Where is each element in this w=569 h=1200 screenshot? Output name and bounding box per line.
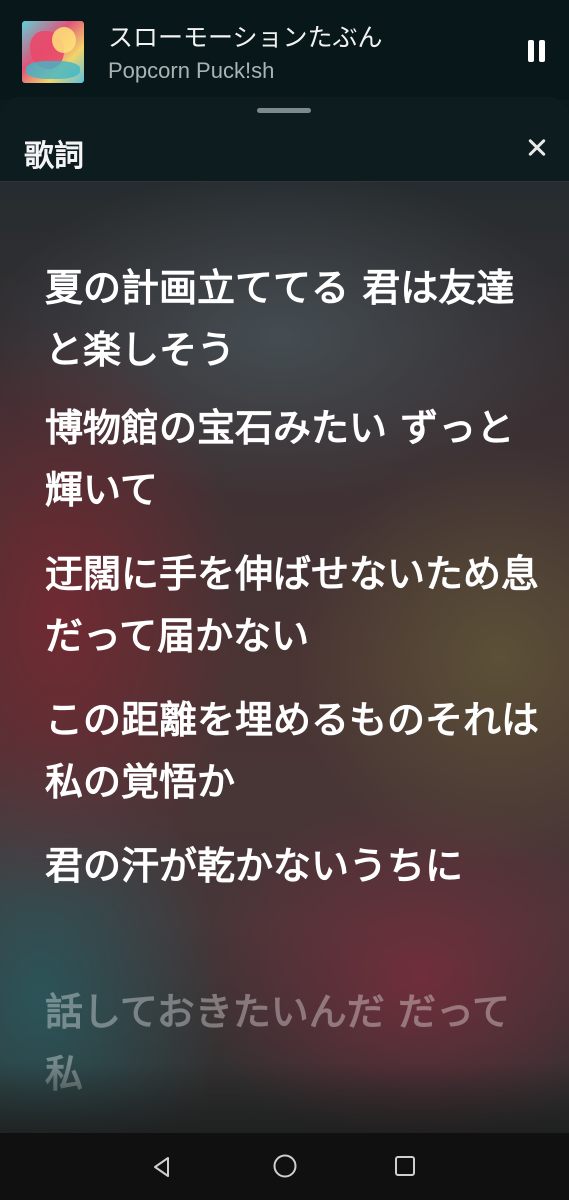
lyrics-header: 歌詞 bbox=[0, 97, 569, 182]
lyric-line[interactable]: 迂闊に手を伸ばせないため息だって届かない bbox=[45, 543, 545, 667]
close-icon[interactable] bbox=[522, 133, 552, 163]
system-nav-bar bbox=[0, 1133, 569, 1200]
back-triangle-icon[interactable] bbox=[150, 1155, 174, 1179]
album-art bbox=[22, 21, 84, 83]
lyric-line[interactable]: 君の汗が乾かないうちに bbox=[45, 835, 545, 897]
lyric-line[interactable]: 博物館の宝石みたい ずっと輝いて bbox=[45, 397, 545, 521]
lyric-line[interactable]: 夏の計画立ててる 君は友達と楽しそう bbox=[45, 257, 545, 381]
pause-icon[interactable] bbox=[522, 36, 550, 66]
mini-player[interactable]: スローモーションたぶん Popcorn Puck!sh bbox=[0, 0, 569, 100]
home-circle-icon[interactable] bbox=[272, 1153, 298, 1179]
drag-handle[interactable] bbox=[257, 108, 311, 113]
lyrics-sheet: 歌詞 夏の計画立ててる 君は友達と楽しそう 博物館の宝石みたい ずっと輝いて 迂… bbox=[0, 97, 569, 1133]
artist-name: Popcorn Puck!sh bbox=[108, 58, 275, 83]
song-title: スローモーションたぶん bbox=[108, 23, 383, 52]
bottom-fade bbox=[0, 1063, 569, 1133]
recents-square-icon[interactable] bbox=[394, 1155, 416, 1177]
lyric-line[interactable]: この距離を埋めるものそれは私の覚悟か bbox=[45, 689, 545, 813]
lyrics-title: 歌詞 bbox=[24, 139, 84, 174]
